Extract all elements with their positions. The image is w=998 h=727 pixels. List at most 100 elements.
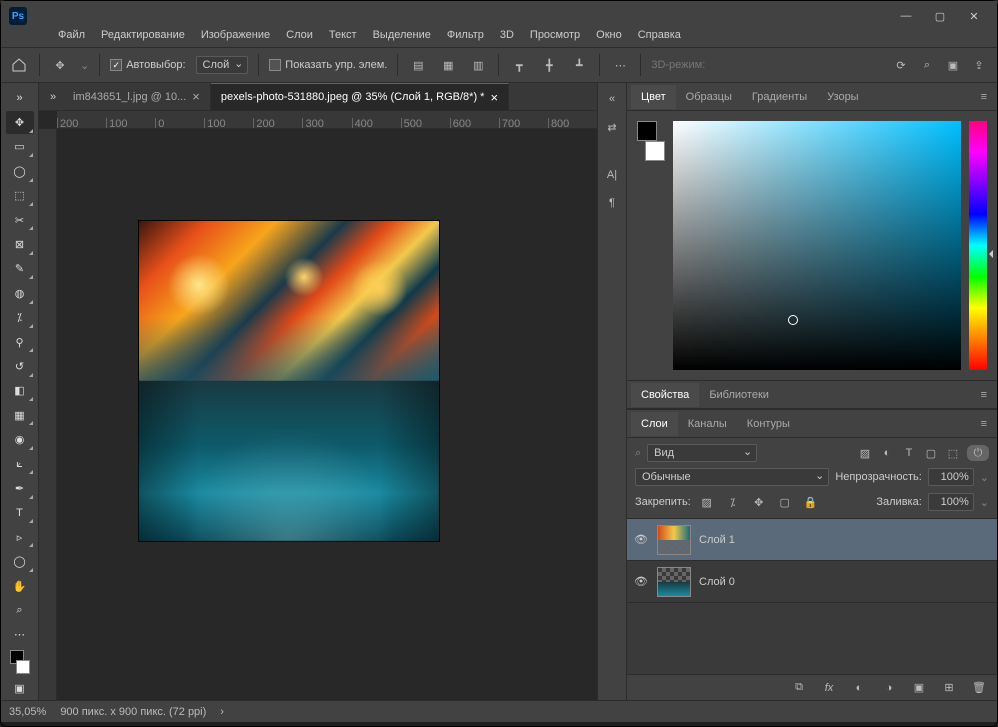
document-tab-1[interactable]: im843651_l.jpg @ 10...×	[63, 83, 211, 110]
toolbar-expand-icon[interactable]: »	[6, 87, 34, 109]
screen-mode-tool[interactable]: ▣	[6, 678, 34, 700]
strip-expand-icon[interactable]: «	[602, 89, 622, 109]
lock-paint-icon[interactable]: ⁒	[723, 492, 743, 512]
tab-patterns[interactable]: Узоры	[817, 85, 868, 109]
menu-layer[interactable]: Слои	[279, 27, 320, 43]
move-tool-icon[interactable]: ✥	[50, 55, 70, 75]
bg-swatch[interactable]	[645, 141, 665, 161]
zoom-tool[interactable]: ⌕	[6, 599, 34, 621]
layer-fx-icon[interactable]: fx	[819, 678, 839, 698]
zoom-level[interactable]: 35,05%	[9, 706, 46, 718]
menu-view[interactable]: Просмотр	[523, 27, 587, 43]
marquee-tool[interactable]: ▭	[6, 136, 34, 158]
align-middle-icon[interactable]: ╋	[539, 55, 559, 75]
new-adjustment-icon[interactable]: ◑	[879, 678, 899, 698]
tab-paths[interactable]: Контуры	[737, 412, 800, 436]
search-icon[interactable]: ⌕	[917, 55, 937, 75]
panel-menu-icon[interactable]: ≡	[975, 91, 993, 103]
align-top-icon[interactable]: ┳	[509, 55, 529, 75]
home-icon[interactable]	[9, 55, 29, 75]
doc-dimensions[interactable]: 900 пикс. x 900 пикс. (72 ppi)	[60, 706, 206, 718]
history-brush-tool[interactable]: ↺	[6, 355, 34, 377]
new-layer-icon[interactable]: ⊞	[939, 678, 959, 698]
tab-color[interactable]: Цвет	[631, 85, 676, 109]
close-tab-icon[interactable]: ×	[192, 89, 200, 104]
tab-properties[interactable]: Свойства	[631, 383, 699, 407]
tab-channels[interactable]: Каналы	[678, 412, 737, 436]
distribute-icon[interactable]: ⋯	[610, 55, 630, 75]
blur-tool[interactable]: ◉	[6, 428, 34, 450]
filter-shape-icon[interactable]: ▢	[923, 445, 939, 461]
character-icon[interactable]: A|	[602, 165, 622, 185]
menu-help[interactable]: Справка	[631, 27, 688, 43]
dodge-tool[interactable]: ⟀	[6, 453, 34, 475]
lock-all-icon[interactable]: 🔒	[801, 492, 821, 512]
layer-thumbnail[interactable]	[657, 525, 691, 555]
close-tab-icon[interactable]: ×	[490, 90, 498, 105]
visibility-icon[interactable]: 👁	[633, 575, 649, 588]
brush-tool[interactable]: ⁒	[6, 307, 34, 329]
canvas[interactable]	[139, 221, 439, 541]
gradient-tool[interactable]: ▦	[6, 404, 34, 426]
layer-name[interactable]: Слой 1	[699, 534, 735, 546]
layer-row[interactable]: 👁 Слой 0	[627, 561, 997, 603]
align-right-icon[interactable]: ▥	[468, 55, 488, 75]
eraser-tool[interactable]: ◧	[6, 380, 34, 402]
hand-tool[interactable]: ✋	[6, 575, 34, 597]
pen-tool[interactable]: ✒	[6, 477, 34, 499]
filter-adjust-icon[interactable]: ◐	[879, 445, 895, 461]
blend-mode-select[interactable]: Обычные	[635, 468, 829, 486]
fg-swatch[interactable]	[637, 121, 657, 141]
status-chevron-icon[interactable]: ›	[220, 706, 224, 718]
shape-tool[interactable]: ◯	[6, 550, 34, 572]
healing-tool[interactable]: ◍	[6, 282, 34, 304]
new-group-icon[interactable]: ▣	[909, 678, 929, 698]
color-swatch-pair[interactable]	[637, 121, 665, 161]
menu-edit[interactable]: Редактирование	[94, 27, 192, 43]
minimize-button[interactable]: —	[899, 9, 913, 23]
layer-mask-icon[interactable]: ◐	[849, 678, 869, 698]
fill-field[interactable]: 100%	[928, 493, 974, 511]
orbit-icon[interactable]: ⟳	[891, 55, 911, 75]
filter-smart-icon[interactable]: ⬚	[945, 445, 961, 461]
show-controls-checkbox[interactable]: Показать упр. элем.	[269, 59, 387, 71]
ruler-vertical[interactable]	[39, 129, 57, 700]
ruler-horizontal[interactable]: 2001000100200300400500600700800	[57, 111, 597, 129]
layer-thumbnail[interactable]	[657, 567, 691, 597]
close-button[interactable]: ✕	[967, 9, 981, 23]
menu-filter[interactable]: Фильтр	[440, 27, 491, 43]
hue-slider[interactable]	[969, 121, 987, 370]
menu-file[interactable]: Файл	[51, 27, 92, 43]
layer-row[interactable]: 👁 Слой 1	[627, 519, 997, 561]
lock-pixels-icon[interactable]: ▨	[697, 492, 717, 512]
edit-toolbar[interactable]: ⋯	[6, 624, 34, 646]
layer-name[interactable]: Слой 0	[699, 576, 735, 588]
tab-layers[interactable]: Слои	[631, 412, 678, 436]
layer-filter-select[interactable]: Вид	[647, 444, 757, 462]
align-left-icon[interactable]: ▤	[408, 55, 428, 75]
align-center-h-icon[interactable]: ▦	[438, 55, 458, 75]
menu-3d[interactable]: 3D	[493, 27, 521, 43]
paragraph-icon[interactable]: ¶	[602, 193, 622, 213]
eyedropper-tool[interactable]: ✎	[6, 258, 34, 280]
lock-artboard-icon[interactable]: ▢	[775, 492, 795, 512]
tab-libraries[interactable]: Библиотеки	[699, 383, 779, 407]
tab-swatches[interactable]: Образцы	[676, 85, 742, 109]
menu-type[interactable]: Текст	[322, 27, 364, 43]
visibility-icon[interactable]: 👁	[633, 533, 649, 546]
clone-tool[interactable]: ⚲	[6, 331, 34, 353]
workspace-icon[interactable]: ▣	[943, 55, 963, 75]
type-tool[interactable]: T	[6, 502, 34, 524]
menu-select[interactable]: Выделение	[366, 27, 438, 43]
tab-gradients[interactable]: Градиенты	[742, 85, 817, 109]
path-select-tool[interactable]: ▹	[6, 526, 34, 548]
canvas-viewport[interactable]: 2001000100200300400500600700800	[39, 111, 597, 700]
menu-image[interactable]: Изображение	[194, 27, 277, 43]
color-field[interactable]	[673, 121, 961, 370]
opacity-field[interactable]: 100%	[928, 468, 974, 486]
delete-layer-icon[interactable]: 🗑	[969, 678, 989, 698]
lock-position-icon[interactable]: ✥	[749, 492, 769, 512]
document-tab-2[interactable]: pexels-photo-531880.jpeg @ 35% (Слой 1, …	[211, 83, 509, 110]
panel-menu-icon[interactable]: ≡	[975, 389, 993, 401]
filter-toggle-icon[interactable]: ⏻	[967, 445, 989, 461]
